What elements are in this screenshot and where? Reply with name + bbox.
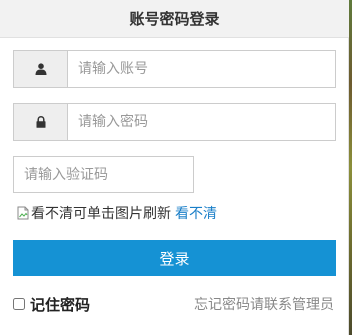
login-panel: 账号密码登录 看不清可单击图片刷新 看不 bbox=[0, 0, 349, 335]
captcha-image-alt-text: 看不清可单击图片刷新 bbox=[31, 206, 171, 222]
panel-header: 账号密码登录 bbox=[0, 0, 349, 38]
account-addon bbox=[13, 50, 67, 88]
password-addon bbox=[13, 103, 67, 141]
broken-image-icon bbox=[17, 206, 29, 220]
account-input-group bbox=[13, 50, 336, 88]
lock-icon bbox=[36, 116, 45, 128]
user-icon bbox=[35, 63, 46, 75]
captcha-image[interactable]: 看不清可单击图片刷新 bbox=[17, 203, 171, 223]
captcha-refresh-link[interactable]: 看不清 bbox=[175, 203, 217, 223]
login-button[interactable]: 登录 bbox=[13, 240, 336, 276]
forgot-password-text: 忘记密码请联系管理员 bbox=[194, 297, 334, 313]
remember-label: 记住密码 bbox=[30, 295, 91, 314]
password-input-group bbox=[13, 103, 336, 141]
captcha-input[interactable] bbox=[13, 156, 194, 193]
panel-title: 账号密码登录 bbox=[129, 10, 220, 28]
remember-checkbox[interactable] bbox=[13, 298, 25, 310]
remember-password[interactable]: 记住密码 bbox=[12, 294, 90, 314]
captcha-row: 看不清可单击图片刷新 看不清 bbox=[17, 203, 217, 223]
password-input[interactable] bbox=[67, 103, 336, 141]
account-input[interactable] bbox=[67, 50, 336, 88]
